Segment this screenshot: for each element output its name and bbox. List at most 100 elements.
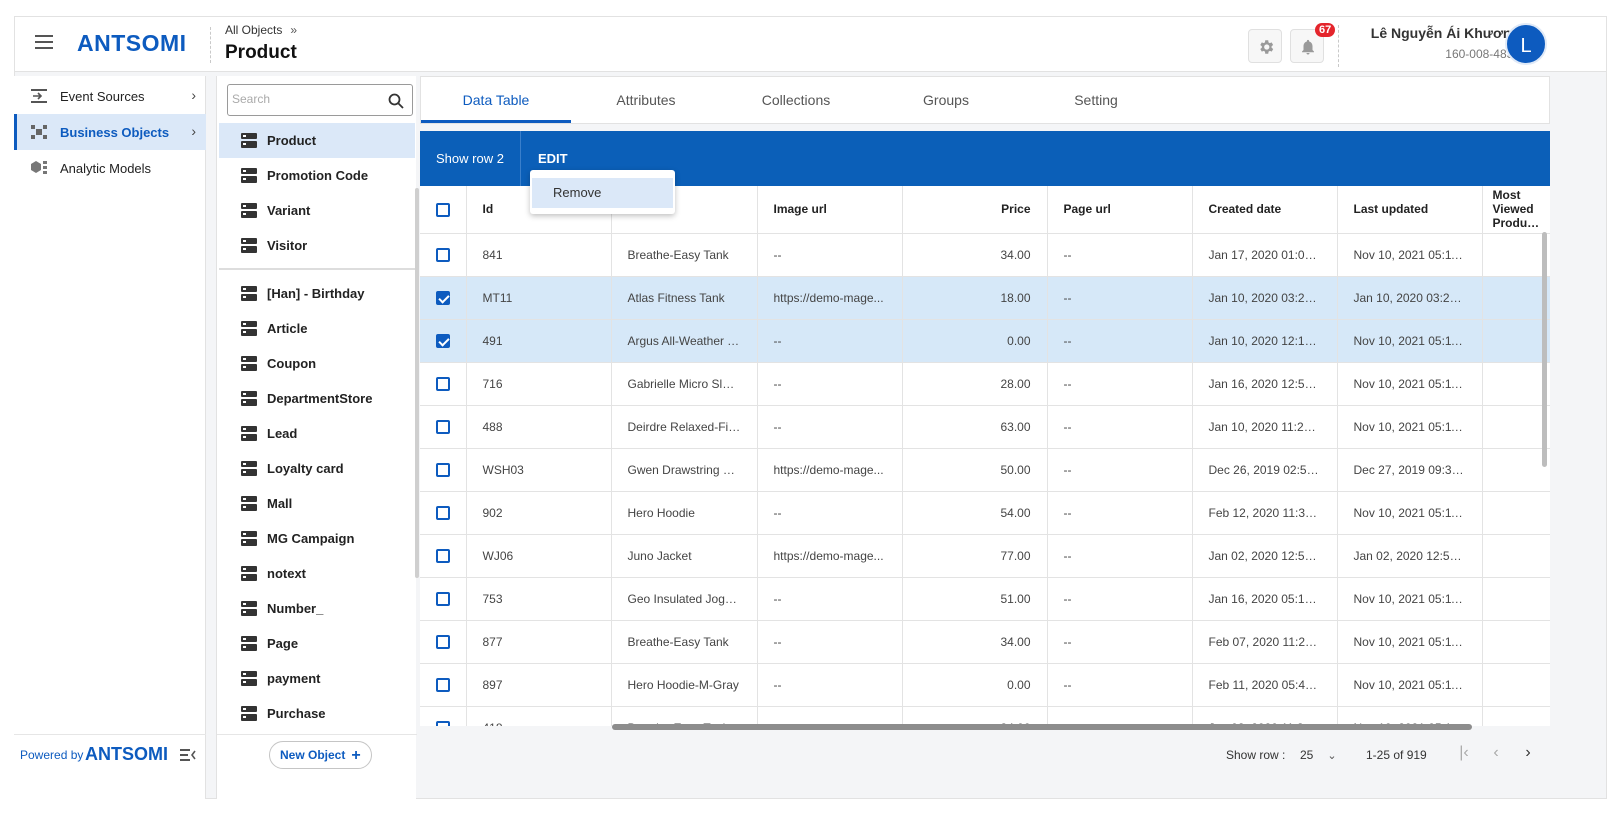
avatar[interactable]: L [1505,23,1547,65]
row-checkbox[interactable] [435,290,450,305]
cell-last-updated: Nov 10, 2021 05:11:... [1337,405,1483,449]
table-row[interactable]: 418Breathe-Easy Tank--34.00--Jan 08, 202… [420,706,1550,726]
table-row[interactable]: 491 Argus All-Weather T... -- 0.00 -- Jan 10,… [420,319,1550,363]
object-item-variant[interactable]: Variant [219,193,415,228]
search-input[interactable] [232,92,382,106]
notification-count-badge: 67 [1315,23,1336,37]
sidebar-item-business-objects[interactable]: Business Objects › [14,114,206,150]
table-horizontal-scrollbar[interactable] [612,724,1472,730]
tab-setting[interactable]: Setting [1021,77,1171,123]
brand-logo[interactable]: ANTSOMI [77,30,187,57]
table-row[interactable]: 753 Geo Insulated Joggi... -- 51.00 -- Jan 16… [420,577,1550,621]
cell-name: Hero Hoodie [611,491,758,535]
object-item-payment[interactable]: payment [219,661,415,696]
edit-button[interactable]: EDIT [538,151,568,166]
row-checkbox[interactable] [435,591,450,606]
object-item-label: Lead [267,426,298,441]
cell-most-viewed [1482,620,1550,664]
object-list-scrollbar[interactable] [415,188,419,578]
column-header-price[interactable]: Price [902,186,1048,234]
select-all-checkbox[interactable] [435,202,450,217]
top-header: ANTSOMI All Objects » Product 67 Lê Nguyễ… [14,16,1607,72]
object-item-mall[interactable]: Mall [219,486,415,521]
cell-page-url: -- [1047,448,1193,492]
row-checkbox[interactable] [435,634,450,649]
collapse-sidebar-icon[interactable] [180,748,196,762]
column-header-image-url[interactable]: Image url [757,186,903,234]
column-header-created-date[interactable]: Created date [1192,186,1338,234]
object-item-loyalty-card[interactable]: Loyalty card [219,451,415,486]
object-item-han-birthday[interactable]: [Han] - Birthday [219,276,415,311]
object-item-visitor[interactable]: Visitor [219,228,415,263]
table-row[interactable]: 716 Gabrielle Micro Slee... -- 28.00 -- Jan 1… [420,362,1550,406]
object-item-mg-campaign[interactable]: MG Campaign [219,521,415,556]
toolbar-divider [520,131,521,186]
object-search[interactable] [227,84,413,116]
object-item-lead[interactable]: Lead [219,416,415,451]
tab-collections[interactable]: Collections [721,77,871,123]
object-item-label: MG Campaign [267,531,355,546]
object-item-notext[interactable]: notext [219,556,415,591]
row-checkbox[interactable] [435,677,450,692]
row-checkbox[interactable] [435,548,450,563]
object-item-label: payment [267,671,321,686]
search-icon[interactable] [388,93,404,109]
tab-data-table[interactable]: Data Table [421,77,571,123]
object-item-number[interactable]: Number_ [219,591,415,626]
row-checkbox[interactable] [435,505,450,520]
row-checkbox[interactable] [435,376,450,391]
table-row[interactable]: 841 Breathe-Easy Tank -- 34.00 -- Jan 17, 202… [420,233,1550,277]
column-header-page-url[interactable]: Page url [1047,186,1193,234]
object-item-article[interactable]: Article [219,311,415,346]
column-header-last-updated[interactable]: Last updated [1337,186,1483,234]
new-object-button[interactable]: New Object + [269,741,372,769]
row-checkbox[interactable] [435,333,450,348]
cell-page-url: -- [1047,491,1193,535]
table-icon [241,286,257,301]
cell-last-updated: Nov 10, 2021 05:11:... [1337,620,1483,664]
cell-price: 28.00 [902,362,1048,406]
prev-page-icon[interactable]: ‹ [1486,744,1506,762]
object-item-page[interactable]: Page [219,626,415,661]
cell-created-date: Feb 11, 2020 05:40:... [1192,663,1338,707]
object-item-product[interactable]: Product [219,123,415,158]
row-checkbox[interactable] [435,419,450,434]
table-row[interactable]: 488 Deirdre Relaxed-Fit ... -- 63.00 -- Jan 1… [420,405,1550,449]
first-page-icon[interactable]: |‹ [1454,744,1474,762]
object-item-label: Loyalty card [267,461,344,476]
column-header-most-viewed-products[interactable]: Most Viewed Products [1482,186,1550,234]
sidebar-item-analytic-models[interactable]: Analytic Models [14,150,206,186]
cell-last-updated: Jan 10, 2020 03:29:... [1337,276,1483,320]
table-vertical-scrollbar[interactable] [1542,232,1547,467]
cell-price: 34.00 [902,620,1048,664]
sidebar-item-event-sources[interactable]: Event Sources › [14,78,206,114]
cell-most-viewed [1482,663,1550,707]
tab-groups[interactable]: Groups [871,77,1021,123]
table-row[interactable]: 897 Hero Hoodie-M-Gray -- 0.00 -- Feb 11, 202… [420,663,1550,707]
page-range: 1-25 of 919 [1366,748,1427,762]
settings-button[interactable] [1248,29,1282,63]
row-checkbox[interactable] [435,247,450,262]
table-row[interactable]: MT11 Atlas Fitness Tank https://demo-mage.… [420,276,1550,320]
table-row[interactable]: 902 Hero Hoodie -- 54.00 -- Feb 12, 2020 11:3… [420,491,1550,535]
object-item-purchase[interactable]: Purchase [219,696,415,731]
hamburger-menu-icon[interactable] [35,35,53,49]
table-row[interactable]: WJ06 Juno Jacket https://demo-mage... 77.00… [420,534,1550,578]
selected-count[interactable]: Show row 2 [436,151,504,166]
object-item-label: Number_ [267,601,324,616]
object-item-departmentstore[interactable]: DepartmentStore [219,381,415,416]
page-size-select[interactable]: 25 ⌄ [1300,748,1337,762]
next-page-icon[interactable]: › [1518,744,1538,762]
menu-item-remove[interactable]: Remove [532,178,673,208]
row-checkbox-cell [420,319,467,363]
row-checkbox[interactable] [435,462,450,477]
breadcrumb-all-objects[interactable]: All Objects [225,23,282,37]
object-item-coupon[interactable]: Coupon [219,346,415,381]
row-checkbox[interactable] [435,720,450,726]
cell-id: 716 [466,362,612,406]
table-row[interactable]: 877 Breathe-Easy Tank -- 34.00 -- Feb 07, 202… [420,620,1550,664]
tab-attributes[interactable]: Attributes [571,77,721,123]
cell-image-url: https://demo-mage... [757,276,903,320]
table-row[interactable]: WSH03 Gwen Drawstring Bi... https://demo-m… [420,448,1550,492]
object-item-promotion-code[interactable]: Promotion Code [219,158,415,193]
